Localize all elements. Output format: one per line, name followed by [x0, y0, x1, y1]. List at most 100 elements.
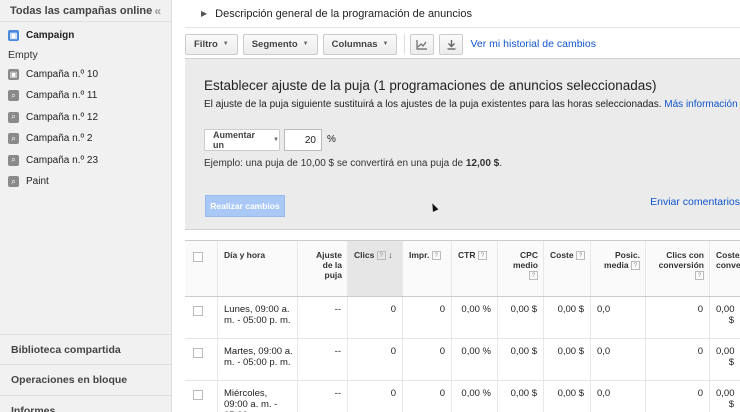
- sort-down-icon: ↓: [388, 250, 393, 260]
- cell-ctr: 0,00 %: [452, 381, 498, 412]
- table-row[interactable]: Lunes, 09:00 a. m. - 05:00 p. m. -- 0 0 …: [185, 297, 740, 339]
- table-row[interactable]: Martes, 09:00 a. m. - 05:00 p. m. -- 0 0…: [185, 339, 740, 381]
- cell-bid-adjustment[interactable]: --: [298, 339, 348, 380]
- help-icon[interactable]: ?: [477, 251, 487, 261]
- cell-avg-cpc: 0,00 $: [498, 339, 544, 380]
- sidebar-item-label: Campaña n.º 11: [26, 90, 98, 102]
- cell-converted-clicks: 0: [646, 297, 710, 338]
- row-checkbox[interactable]: [193, 390, 203, 400]
- apply-changes-button[interactable]: Realizar cambios: [205, 195, 285, 217]
- header-clicks[interactable]: Clics ? ↓: [348, 241, 403, 296]
- cell-bid-adjustment[interactable]: --: [298, 381, 348, 412]
- header-label: Impr.: [409, 250, 430, 260]
- header-label: Clics: [354, 250, 375, 260]
- help-icon[interactable]: ?: [529, 271, 538, 281]
- sidebar-item-label: Campaña n.º 10: [26, 68, 99, 80]
- help-icon[interactable]: ?: [376, 251, 386, 261]
- cell-impressions: 0: [403, 339, 452, 380]
- cell-avg-position: 0,0: [591, 381, 646, 412]
- sidebar-header: Todas las campañas online «: [0, 0, 171, 22]
- header-cost-per-converted-click[interactable]: Coste/clic convertido: [710, 241, 740, 296]
- header-label: CPC medio: [512, 250, 538, 270]
- cell-avg-cpc: 0,00 $: [498, 297, 544, 338]
- sidebar-item-label: Campaña n.º 12: [26, 111, 99, 123]
- sidebar-item-campaign-10[interactable]: ▣ Campaña n.º 10: [0, 64, 171, 86]
- cell-bid-adjustment[interactable]: --: [298, 297, 348, 338]
- sidebar-title[interactable]: Todas las campañas online: [10, 5, 152, 17]
- cell-day-time: Lunes, 09:00 a. m. - 05:00 p. m.: [218, 297, 298, 338]
- schedule-table: Día y hora Ajuste de la puja Clics ? ↓ I…: [185, 240, 740, 412]
- cell-day-time: Miércoles, 09:00 a. m. - 05:00 p. m.: [218, 381, 298, 412]
- cell-avg-position: 0,0: [591, 297, 646, 338]
- main-content: ▶ Descripción general de la programación…: [185, 0, 740, 412]
- select-all-cell: [185, 241, 218, 296]
- row-checkbox[interactable]: [193, 306, 203, 316]
- header-impressions[interactable]: Impr. ?: [403, 241, 452, 296]
- line-chart-icon: [416, 39, 428, 50]
- example-prefix: Ejemplo: una puja de 10,00 $ se converti…: [204, 158, 464, 169]
- sidebar-item-campaign-23[interactable]: ⌕ Campaña n.º 23: [0, 150, 171, 172]
- panel-description-text: El ajuste de la puja siguiente sustituir…: [204, 99, 662, 110]
- change-history-link[interactable]: Ver mi historial de cambios: [470, 38, 595, 50]
- header-avg-cpc[interactable]: CPC medio ?: [498, 241, 544, 296]
- cell-avg-position: 0,0: [591, 339, 646, 380]
- search-campaign-icon: ⌕: [8, 154, 19, 166]
- sidebar-item-paint[interactable]: ⌕ Paint: [0, 171, 171, 193]
- cell-cost-per-converted-click: 0,00 $: [716, 388, 735, 410]
- sidebar-item-label: Paint: [26, 176, 49, 188]
- header-cost[interactable]: Coste ?: [544, 241, 591, 296]
- sidebar-shared-library[interactable]: Biblioteca compartida: [0, 334, 172, 364]
- sidebar-item-campaign[interactable]: ▣ Campaign: [0, 25, 171, 47]
- header-avg-position[interactable]: Posic. media ?: [591, 241, 646, 296]
- header-converted-clicks[interactable]: Clics con conversión ?: [646, 241, 710, 296]
- segment-button[interactable]: Segmento ▼: [242, 33, 318, 55]
- cell-converted-clicks: 0: [646, 339, 710, 380]
- header-day-time[interactable]: Día y hora: [218, 241, 298, 296]
- header-label: CTR: [458, 250, 476, 260]
- download-button[interactable]: [439, 33, 464, 55]
- cell-ctr: 0,00 %: [452, 297, 498, 338]
- header-bid-adjustment[interactable]: Ajuste de la puja: [298, 241, 348, 296]
- cell-converted-clicks: 0: [646, 381, 710, 412]
- sidebar-item-campaign-11[interactable]: ⌕ Campaña n.º 11: [0, 85, 171, 107]
- row-checkbox[interactable]: [193, 348, 203, 358]
- header-label: Clics con conversión: [658, 250, 704, 270]
- send-feedback-link[interactable]: Enviar comentarios: [650, 196, 740, 208]
- campaign-icon: ▣: [8, 68, 19, 80]
- help-icon[interactable]: ?: [631, 261, 640, 271]
- sidebar-item-label: Campaña n.º 2: [26, 133, 93, 145]
- sidebar-item-campaign-12[interactable]: ⌕ Campaña n.º 12: [0, 107, 171, 129]
- cell-clicks: 0: [348, 381, 403, 412]
- select-all-checkbox[interactable]: [193, 252, 203, 262]
- toolbar-divider: [404, 34, 406, 54]
- columns-button[interactable]: Columnas ▼: [322, 33, 398, 55]
- sidebar-reports[interactable]: Informes: [0, 395, 172, 412]
- chart-button[interactable]: [410, 33, 435, 55]
- help-icon[interactable]: ?: [695, 271, 704, 281]
- row-select-cell: [185, 381, 218, 412]
- adjustment-type-label: Aumentar un: [213, 130, 256, 150]
- example-value: 12,00 $: [465, 158, 500, 169]
- sidebar-item-label: Campaign: [26, 30, 75, 42]
- adjustment-type-select[interactable]: Aumentar un ▼: [204, 129, 280, 151]
- sidebar-bulk-operations[interactable]: Operaciones en bloque: [0, 364, 172, 395]
- chevron-down-icon: ▼: [222, 41, 229, 47]
- example-text: Ejemplo: una puja de 10,00 $ se converti…: [204, 158, 502, 169]
- table-row[interactable]: Miércoles, 09:00 a. m. - 05:00 p. m. -- …: [185, 381, 740, 412]
- example-suffix: .: [499, 158, 503, 169]
- header-label: Coste/clic convertido: [716, 250, 740, 270]
- ad-schedule-overview-header[interactable]: ▶ Descripción general de la programación…: [185, 0, 740, 28]
- filter-button[interactable]: Filtro ▼: [185, 33, 238, 55]
- sidebar-item-campaign-2[interactable]: ⌕ Campaña n.º 2: [0, 128, 171, 150]
- more-info-link[interactable]: Más información: [664, 99, 737, 110]
- help-icon[interactable]: ?: [576, 251, 585, 261]
- header-ctr[interactable]: CTR ?: [452, 241, 498, 296]
- campaign-icon: ▣: [8, 30, 19, 42]
- help-icon[interactable]: ?: [431, 251, 441, 261]
- header-label: Coste: [550, 250, 574, 260]
- download-icon: [447, 39, 456, 50]
- row-select-cell: [185, 339, 218, 380]
- adjustment-value-input[interactable]: 20: [284, 129, 322, 151]
- panel-description: El ajuste de la puja siguiente sustituir…: [204, 99, 738, 110]
- collapse-sidebar-icon[interactable]: «: [154, 4, 161, 18]
